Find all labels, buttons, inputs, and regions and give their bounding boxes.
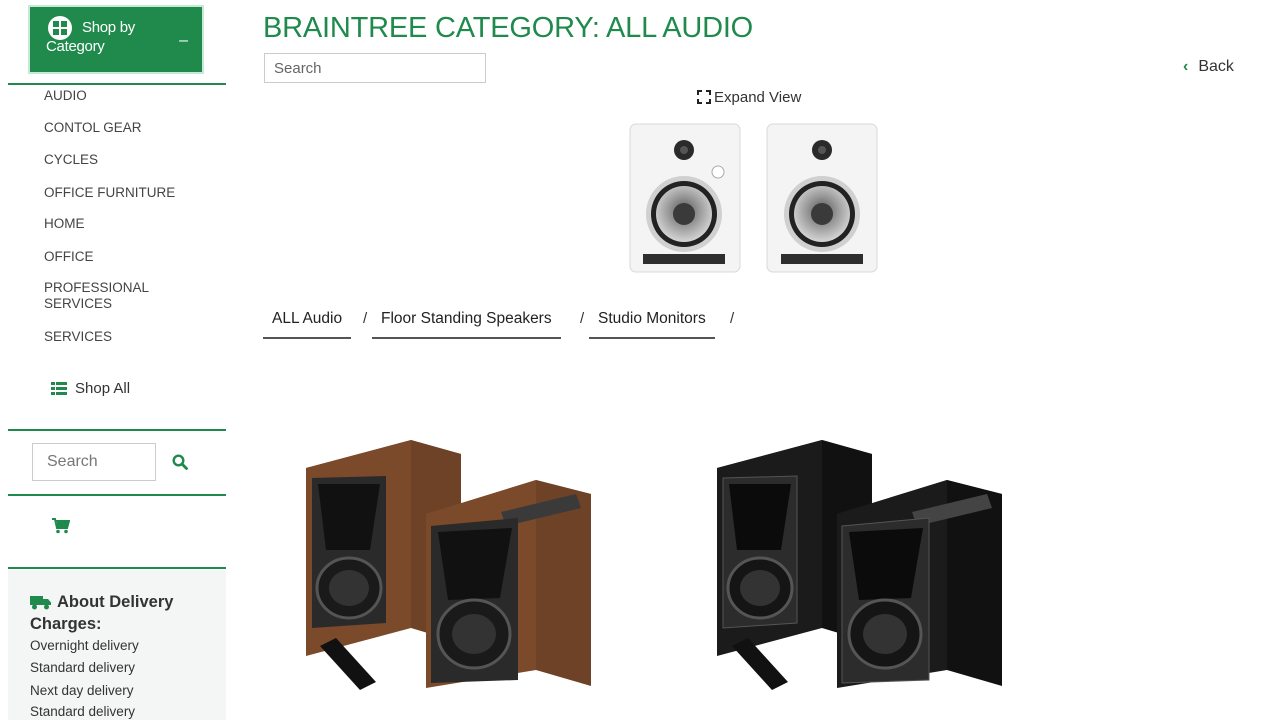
delivery-option: Standard delivery xyxy=(30,704,136,719)
category-item-office-furniture[interactable]: OFFICE FURNITURE xyxy=(44,185,194,201)
breadcrumb-separator: / xyxy=(580,310,585,327)
shop-by-category-label: Shop by Category xyxy=(46,19,135,55)
breadcrumb-floor-standing-speakers[interactable]: Floor Standing Speakers xyxy=(372,310,561,339)
product-image-walnut-speakers[interactable] xyxy=(296,438,596,720)
breadcrumb-separator: / xyxy=(730,310,735,327)
breadcrumb-all-audio[interactable]: ALL Audio xyxy=(263,310,352,339)
sidebar-search-input[interactable] xyxy=(32,443,156,481)
remote-control xyxy=(320,638,376,690)
category-item-home[interactable]: HOME xyxy=(44,216,194,232)
sidebar: Shop by Category – AUDIO CONTOL GEAR CYC… xyxy=(0,0,228,720)
expand-icon xyxy=(697,90,711,104)
category-item-office[interactable]: OFFICE xyxy=(44,249,194,265)
shop-all-label: Shop All xyxy=(75,380,131,397)
expand-view-label: Expand View xyxy=(714,89,802,106)
category-search-input[interactable] xyxy=(264,53,486,83)
category-item-cycles[interactable]: CYCLES xyxy=(44,152,194,168)
delivery-title: About Delivery Charges: xyxy=(30,593,174,633)
delivery-option: Standard delivery xyxy=(30,660,136,675)
expand-view-button[interactable]: Expand View xyxy=(697,89,801,106)
shop-by-category-button[interactable]: Shop by Category – xyxy=(30,7,202,72)
page-title: BRAINTREE CATEGORY: ALL AUDIO xyxy=(263,12,754,44)
product-image-black-speakers[interactable] xyxy=(712,438,1012,720)
category-item-professional-services[interactable]: PROFESSIONAL SERVICES xyxy=(44,280,174,312)
walnut-speaker-front xyxy=(426,480,591,688)
category-hero-image xyxy=(629,123,878,273)
divider xyxy=(8,567,226,569)
back-link[interactable]: ‹ Back xyxy=(1183,58,1234,76)
truck-icon xyxy=(30,596,51,610)
shop-all-link[interactable]: Shop All xyxy=(51,380,130,397)
divider xyxy=(8,429,226,431)
divider xyxy=(8,494,226,496)
breadcrumb-studio-monitors[interactable]: Studio Monitors xyxy=(589,310,715,339)
delivery-info-panel: About Delivery Charges: Overnight delive… xyxy=(8,570,226,720)
chevron-left-icon: ‹ xyxy=(1183,58,1189,75)
black-speaker-front xyxy=(837,480,1002,688)
category-item-audio[interactable]: AUDIO xyxy=(44,88,194,104)
list-icon xyxy=(51,382,67,395)
cart-icon[interactable] xyxy=(52,518,70,534)
divider xyxy=(8,83,226,85)
category-item-control-gear[interactable]: CONTOL GEAR xyxy=(44,120,194,136)
delivery-option: Next day delivery xyxy=(30,683,134,698)
collapse-icon: – xyxy=(179,32,188,49)
breadcrumb-separator: / xyxy=(363,310,368,327)
category-item-services[interactable]: SERVICES xyxy=(44,329,194,345)
white-monitor-right xyxy=(766,123,878,273)
white-monitor-left xyxy=(629,123,741,273)
search-icon[interactable] xyxy=(172,454,188,470)
delivery-option: Overnight delivery xyxy=(30,638,139,653)
back-label: Back xyxy=(1198,58,1234,75)
remote-control xyxy=(732,638,788,690)
